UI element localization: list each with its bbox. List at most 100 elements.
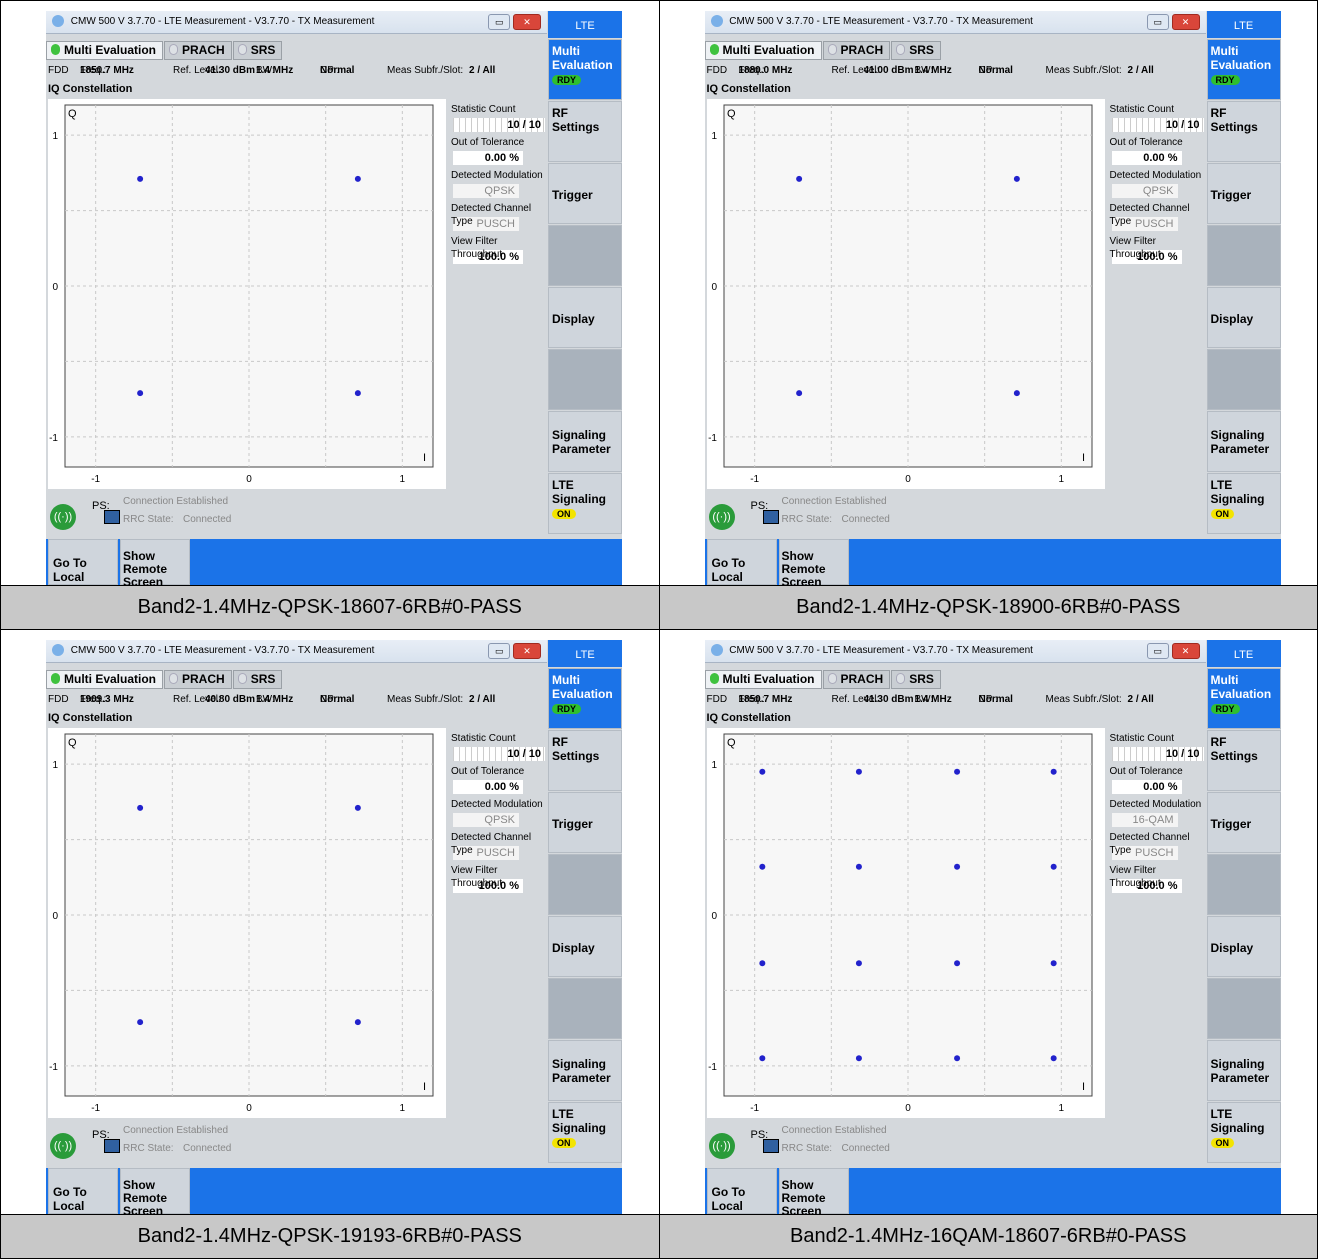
empty-softkey[interactable] [1206, 854, 1281, 915]
signaling-parameter-softkey[interactable]: Signaling Parameter [1206, 1040, 1281, 1101]
rrc-state-value: Connected [183, 1143, 232, 1154]
connection-icon [104, 1139, 120, 1153]
lte-signaling-softkey[interactable]: LTE Signaling ON [548, 1102, 622, 1163]
multi-evaluation-softkey[interactable]: Multi Evaluation RDY [1206, 39, 1281, 100]
tab-multi-evaluation[interactable]: Multi Evaluation [704, 670, 822, 689]
close-button[interactable]: ✕ [1171, 643, 1200, 659]
rf-settings-softkey[interactable]: RF Settings [548, 101, 622, 162]
minimize-button[interactable]: ▭ [488, 14, 511, 30]
y-tick-label: 0 [711, 911, 717, 922]
button-label: Go To Local [711, 556, 746, 584]
empty-softkey[interactable] [548, 854, 622, 915]
meas-subframe-value: 2 / All [1127, 694, 1154, 705]
minimize-button[interactable]: ▭ [488, 643, 511, 659]
y-tick-label: 0 [52, 282, 58, 293]
empty-softkey[interactable] [1206, 225, 1281, 286]
softkey-label: LTE Signaling [552, 478, 606, 506]
show-remote-screen-button[interactable]: Show Remote Screen [778, 1168, 849, 1218]
rf-settings-softkey[interactable]: RF Settings [1206, 101, 1281, 162]
go-to-local-button[interactable]: Go To Local [48, 539, 118, 585]
rrc-state-value: Connected [841, 1143, 890, 1154]
statistic-count-label: Statistic Count [451, 104, 516, 115]
display-softkey[interactable]: Display [1206, 916, 1281, 977]
show-remote-screen-button[interactable]: Show Remote Screen [120, 539, 190, 589]
rf-settings-softkey[interactable]: RF Settings [548, 730, 622, 791]
statistic-count-value: 10 / 10 [453, 747, 545, 761]
rdy-badge: RDY [552, 704, 582, 714]
iq-constellation-plot: 1 0 -1 -1 0 1 Q I [706, 99, 1105, 489]
display-softkey[interactable]: Display [548, 916, 622, 977]
lte-tab[interactable]: LTE [548, 11, 622, 38]
tab-srs[interactable]: SRS [232, 41, 283, 60]
trigger-softkey[interactable]: Trigger [548, 163, 622, 224]
tab-prach[interactable]: PRACH [822, 41, 891, 60]
trigger-softkey[interactable]: Trigger [1206, 792, 1281, 853]
rrc-state-label: RRC State: [123, 514, 174, 525]
close-button[interactable]: ✕ [1171, 14, 1200, 30]
constellation-point [855, 768, 862, 775]
empty-softkey[interactable] [1206, 349, 1281, 410]
go-to-local-button[interactable]: Go To Local [48, 1168, 118, 1214]
display-softkey[interactable]: Display [548, 287, 622, 348]
empty-softkey[interactable] [1206, 978, 1281, 1039]
tab-label: PRACH [182, 43, 225, 57]
tab-multi-evaluation[interactable]: Multi Evaluation [46, 41, 164, 60]
detected-channel-type-label: Detected Channel Type [451, 832, 532, 856]
cmw-window: CMW 500 V 3.7.70 - LTE Measurement - V3.… [46, 640, 622, 1218]
constellation-point [758, 1055, 765, 1062]
lte-signaling-softkey[interactable]: LTE Signaling ON [1206, 1102, 1281, 1163]
tab-srs[interactable]: SRS [891, 670, 941, 689]
lte-tab[interactable]: LTE [1206, 640, 1281, 667]
trigger-softkey[interactable]: Trigger [1206, 163, 1281, 224]
empty-softkey[interactable] [548, 349, 622, 410]
minimize-button[interactable]: ▭ [1146, 14, 1169, 30]
empty-softkey[interactable] [548, 225, 622, 286]
softkey-label: Signaling Parameter [552, 428, 611, 456]
statistics-panel: Statistic Count 10 / 10 Out of Tolerance… [1110, 732, 1206, 897]
tab-prach[interactable]: PRACH [164, 41, 232, 60]
lte-signaling-softkey[interactable]: LTE Signaling ON [548, 473, 622, 534]
display-softkey[interactable]: Display [1206, 287, 1281, 348]
close-button[interactable]: ✕ [513, 643, 541, 659]
antenna-icon: ((·)) [50, 1133, 76, 1159]
cp-label: CP : [978, 694, 998, 705]
lte-tab[interactable]: LTE [1206, 11, 1281, 38]
lte-tab[interactable]: LTE [548, 640, 622, 667]
go-to-local-button[interactable]: Go To Local [706, 1168, 777, 1214]
rf-settings-softkey[interactable]: RF Settings [1206, 730, 1281, 791]
inactive-led-icon [237, 44, 247, 55]
lte-signaling-softkey[interactable]: LTE Signaling ON [1206, 473, 1281, 534]
softkey-label: Signaling Parameter [552, 1057, 611, 1085]
tab-prach[interactable]: PRACH [822, 670, 891, 689]
y-tick-label: -1 [708, 1062, 717, 1073]
close-button[interactable]: ✕ [513, 14, 541, 30]
inactive-led-icon [169, 673, 179, 684]
tab-multi-evaluation[interactable]: Multi Evaluation [704, 41, 822, 60]
statistics-panel: Statistic Count 10 / 10 Out of Tolerance… [451, 103, 547, 268]
constellation-point [137, 1019, 144, 1026]
multi-evaluation-softkey[interactable]: Multi Evaluation RDY [548, 39, 622, 100]
show-remote-screen-button[interactable]: Show Remote Screen [120, 1168, 190, 1218]
minimize-button[interactable]: ▭ [1146, 643, 1169, 659]
signaling-parameter-softkey[interactable]: Signaling Parameter [548, 411, 622, 472]
empty-softkey[interactable] [548, 978, 622, 1039]
go-to-local-button[interactable]: Go To Local [706, 539, 777, 585]
show-remote-screen-button[interactable]: Show Remote Screen [778, 539, 849, 589]
detected-modulation-label: Detected Modulation [1109, 799, 1202, 810]
measurement-tabs: Multi Evaluation PRACH SRS [704, 670, 942, 689]
multi-evaluation-softkey[interactable]: Multi Evaluation RDY [548, 668, 622, 729]
tab-srs[interactable]: SRS [232, 670, 283, 689]
on-badge: ON [552, 509, 576, 519]
iq-constellation-plot: 1 0 -1 -1 0 1 Q I [48, 728, 446, 1118]
constellation-chart: 10-1-1 0 1QI [49, 733, 434, 1114]
trigger-softkey[interactable]: Trigger [548, 792, 622, 853]
x-tick-label: -1 [750, 1103, 759, 1114]
tab-srs[interactable]: SRS [891, 41, 941, 60]
multi-evaluation-softkey[interactable]: Multi Evaluation RDY [1206, 668, 1281, 729]
signaling-parameter-softkey[interactable]: Signaling Parameter [1206, 411, 1281, 472]
tab-multi-evaluation[interactable]: Multi Evaluation [46, 670, 164, 689]
signaling-parameter-softkey[interactable]: Signaling Parameter [548, 1040, 622, 1101]
tab-prach[interactable]: PRACH [164, 670, 232, 689]
cp-label: CP : [320, 694, 340, 705]
ref-level-value: 41.30 dBm [205, 65, 256, 76]
